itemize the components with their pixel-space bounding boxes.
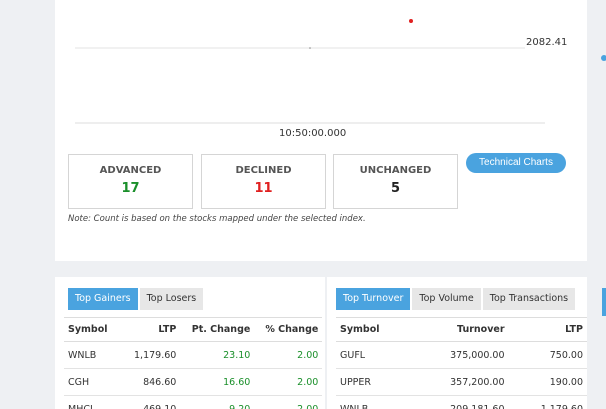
table-row[interactable]: WNLB 209,181.60 1,179.60 — [336, 395, 587, 409]
table-row[interactable]: MHCL 469.10 9.20 2.00 — [64, 395, 323, 409]
declined-label: DECLINED — [235, 165, 292, 176]
time-label: 10:50:00.000 — [279, 128, 347, 139]
unchanged-box: UNCHANGED 5 — [333, 154, 458, 209]
col-symbol: Symbol — [336, 317, 415, 342]
row-turnover: 209,181.60 — [414, 395, 509, 409]
price-label: 2082.41 — [526, 37, 568, 48]
row-ltp: 1,179.60 — [130, 341, 181, 369]
turnover-table: Symbol Turnover LTP GUFL 375,000.00 750.… — [336, 317, 587, 409]
tab-top-turnover[interactable]: Top Turnover — [336, 288, 411, 310]
market-summary-card: 2082.41 10:50:00.000 ADVANCED 17 DECLINE… — [55, 0, 587, 261]
row-pct-change: 2.00 — [254, 395, 323, 409]
row-pct-change: 2.00 — [254, 341, 323, 369]
table-header-row: Symbol LTP Pt. Change % Change — [64, 317, 323, 342]
tab-top-transactions[interactable]: Top Transactions — [482, 288, 576, 310]
table-row[interactable]: WNLB 1,179.60 23.10 2.00 — [64, 341, 323, 369]
row-symbol[interactable]: MHCL — [64, 395, 130, 409]
count-note: Note: Count is based on the stocks mappe… — [68, 214, 366, 224]
declined-box: DECLINED 11 — [201, 154, 326, 209]
row-symbol[interactable]: WNLB — [64, 341, 130, 369]
turnover-tabs: Top Turnover Top Volume Top Transactions — [336, 288, 577, 310]
row-symbol[interactable]: WNLB — [336, 395, 415, 409]
gainers-panel: Top Gainers Top Losers Symbol LTP Pt. Ch… — [55, 277, 325, 409]
row-symbol[interactable]: CGH — [64, 368, 130, 396]
col-ltp: LTP — [508, 317, 587, 342]
table-row[interactable]: GUFL 375,000.00 750.00 — [336, 341, 587, 369]
row-pct-change: 2.00 — [254, 368, 323, 396]
row-pt-change: 16.60 — [180, 368, 255, 396]
turnover-panel: Top Turnover Top Volume Top Transactions… — [327, 277, 587, 409]
row-pt-change: 9.20 — [180, 395, 255, 409]
tab-top-volume[interactable]: Top Volume — [412, 288, 481, 310]
row-ltp: 846.60 — [130, 368, 181, 396]
advanced-box: ADVANCED 17 — [68, 154, 193, 209]
row-turnover: 375,000.00 — [414, 341, 509, 369]
row-ltp: 750.00 — [508, 341, 587, 369]
row-symbol[interactable]: GUFL — [336, 341, 415, 369]
table-row[interactable]: CGH 846.60 16.60 2.00 — [64, 368, 323, 396]
technical-charts-button[interactable]: Technical Charts — [466, 153, 566, 173]
side-panel-tab[interactable] — [602, 288, 606, 316]
col-symbol: Symbol — [64, 317, 130, 342]
row-ltp: 1,179.60 — [508, 395, 587, 409]
tab-top-gainers[interactable]: Top Gainers — [68, 288, 138, 310]
row-ltp: 469.10 — [130, 395, 181, 409]
row-turnover: 357,200.00 — [414, 368, 509, 396]
gainers-table: Symbol LTP Pt. Change % Change WNLB 1,17… — [64, 317, 323, 409]
unchanged-label: UNCHANGED — [359, 165, 432, 176]
col-turnover: Turnover — [414, 317, 509, 342]
tab-top-losers[interactable]: Top Losers — [139, 288, 204, 310]
scroll-indicator-icon[interactable] — [601, 55, 606, 61]
table-header-row: Symbol Turnover LTP — [336, 317, 587, 342]
row-symbol[interactable]: UPPER — [336, 368, 415, 396]
table-row[interactable]: UPPER 357,200.00 190.00 — [336, 368, 587, 396]
price-point — [409, 19, 413, 23]
row-pt-change: 23.10 — [180, 341, 255, 369]
price-marker — [309, 47, 311, 49]
col-ltp: LTP — [130, 317, 181, 342]
gainers-tabs: Top Gainers Top Losers — [68, 288, 205, 310]
row-ltp: 190.00 — [508, 368, 587, 396]
col-pct-change: % Change — [254, 317, 323, 342]
declined-value: 11 — [254, 181, 273, 196]
index-chart: 2082.41 10:50:00.000 — [55, 0, 587, 150]
unchanged-value: 5 — [390, 181, 401, 196]
col-pt-change: Pt. Change — [180, 317, 255, 342]
advanced-label: ADVANCED — [99, 165, 162, 176]
advanced-value: 17 — [121, 181, 140, 196]
